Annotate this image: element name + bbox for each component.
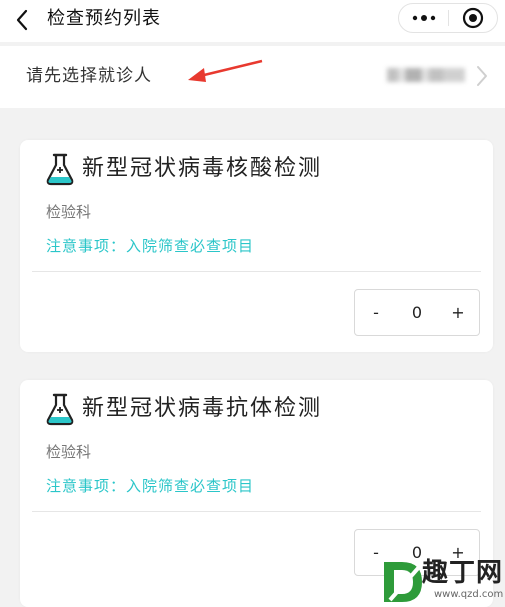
- red-arrow-annotation: [188, 59, 263, 82]
- quantity-stepper: - 0 +: [354, 289, 480, 336]
- exam-title: 新型冠状病毒抗体检测: [82, 396, 323, 421]
- target-close-icon: [462, 7, 484, 29]
- card-divider: [32, 511, 481, 512]
- mini-program-capsule: [398, 3, 498, 33]
- exam-note: 注意事项：入院筛查必查项目: [46, 477, 255, 495]
- watermark-logo-icon: [384, 562, 422, 602]
- flask-icon: [46, 153, 74, 186]
- chevron-left-icon: [16, 9, 28, 31]
- close-button[interactable]: [449, 4, 497, 32]
- watermark-text: 趣丁网: [422, 558, 504, 588]
- site-watermark: 趣丁网 www.qzd.com: [380, 556, 505, 607]
- exam-department: 检验科: [46, 203, 92, 221]
- decrement-button[interactable]: -: [359, 290, 393, 335]
- exam-department: 检验科: [46, 443, 92, 461]
- patient-name-blurred: blurred-patient-name: [387, 68, 465, 82]
- back-button[interactable]: [10, 8, 34, 32]
- patient-label: 请先选择就诊人: [26, 66, 152, 86]
- quantity-value[interactable]: 0: [399, 290, 435, 335]
- exam-title: 新型冠状病毒核酸检测: [82, 156, 323, 181]
- increment-button[interactable]: +: [441, 290, 475, 335]
- chevron-right-icon: [477, 66, 487, 86]
- nav-bar: 检查预约列表: [0, 0, 505, 42]
- flask-icon: [46, 393, 74, 426]
- more-button[interactable]: [399, 4, 448, 32]
- exam-card: 新型冠状病毒核酸检测 检验科 注意事项：入院筛查必查项目 - 0 +: [20, 140, 493, 352]
- exam-note: 注意事项：入院筛查必查项目: [46, 237, 255, 255]
- page-title: 检查预约列表: [47, 8, 161, 29]
- more-dots-icon: [412, 15, 435, 21]
- card-divider: [32, 271, 481, 272]
- watermark-url: www.qzd.com: [434, 589, 504, 600]
